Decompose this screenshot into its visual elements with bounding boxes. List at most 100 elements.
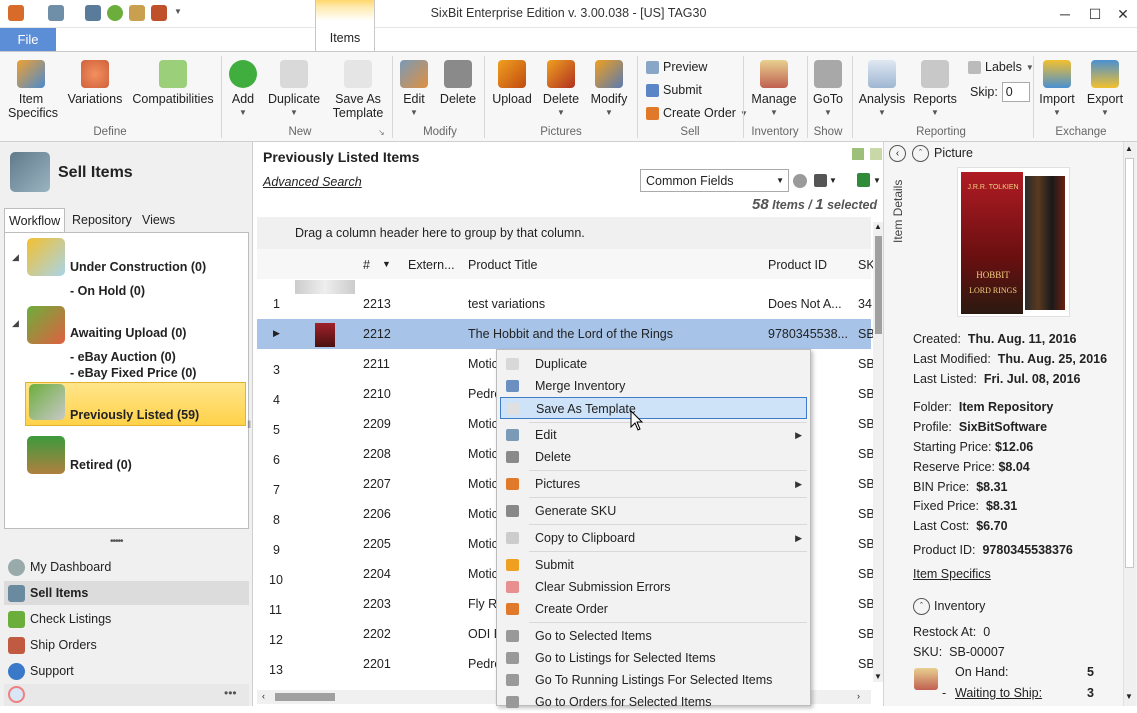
import-button[interactable]: Import ▼ (1036, 60, 1078, 120)
tab-workflow[interactable]: Workflow (4, 208, 66, 233)
collapse-left-icon[interactable]: ‹ (889, 145, 906, 162)
splitter-handle[interactable]: ‖ (247, 420, 251, 431)
vertical-scroll-thumb[interactable] (875, 236, 882, 334)
skip-input[interactable]: 0 (1001, 82, 1030, 102)
nav-check-listings[interactable]: Check Listings (4, 607, 249, 631)
workflow-under-construction[interactable]: Under Construction (0) (70, 260, 206, 274)
dashboard-icon (8, 559, 25, 576)
workflow-ebay-auction[interactable]: - eBay Auction (0) (70, 350, 176, 364)
menu-copy-to-clipboard[interactable]: Copy to Clipboard ▶ (497, 527, 810, 549)
analysis-button[interactable]: Analysis ▼ (858, 60, 906, 120)
waiting-dash: - (942, 686, 947, 700)
scroll-down-icon[interactable]: ▼ (874, 672, 882, 681)
scroll-up-icon[interactable]: ▲ (874, 222, 882, 231)
scroll-down-icon[interactable]: ▼ (1125, 692, 1133, 701)
new-group-launcher-icon[interactable]: ↘ (378, 128, 385, 137)
item-picture[interactable]: J.R.R. TOLKIEN HOBBIT LORD RINGS (957, 167, 1070, 317)
sort-desc-icon[interactable]: ▼ (382, 259, 391, 269)
nav-sell-items[interactable]: Sell Items (4, 581, 249, 605)
labels-dropdown[interactable]: Labels ▼ (968, 60, 1034, 74)
nav-my-dashboard[interactable]: My Dashboard (4, 555, 249, 579)
manage-button[interactable]: Manage ▼ (750, 60, 798, 120)
menu-go-to-selected-items[interactable]: Go to Selected Items (497, 625, 810, 647)
minimize-button[interactable]: ─ (1050, 4, 1080, 24)
submit-button[interactable]: Submit (646, 83, 702, 97)
item-specifics-link[interactable]: Item Specifics (913, 567, 991, 581)
reports-button[interactable]: Reports ▼ (912, 60, 958, 120)
horizontal-scroll-thumb[interactable] (275, 693, 335, 701)
chevron-down-icon[interactable]: ▼ (829, 176, 837, 185)
workflow-on-hold[interactable]: - On Hold (0) (70, 284, 145, 298)
grid-view-icon[interactable] (852, 148, 864, 160)
col-number[interactable]: # (363, 258, 370, 272)
menu-go-to-orders[interactable]: Go to Orders for Selected Items (497, 691, 810, 713)
scroll-right-icon[interactable]: › (857, 691, 860, 701)
close-button[interactable]: ✕ (1108, 4, 1137, 24)
tab-repository[interactable]: Repository (68, 208, 136, 232)
collapse-icon[interactable]: ◢ (12, 252, 19, 263)
alert-icon[interactable] (8, 686, 25, 703)
save-layout-icon[interactable] (814, 174, 827, 187)
menu-go-to-listings[interactable]: Go to Listings for Selected Items (497, 647, 810, 669)
nav-ship-orders[interactable]: Ship Orders (4, 633, 249, 657)
workflow-ebay-fixed-price[interactable]: - eBay Fixed Price (0) (70, 366, 196, 380)
tab-file[interactable]: File (0, 28, 56, 52)
gear-icon[interactable] (793, 174, 807, 188)
col-external[interactable]: Extern... (408, 258, 455, 272)
modify-picture-button[interactable]: Modify ▼ (588, 60, 630, 120)
menu-pictures[interactable]: Pictures ▶ (497, 473, 810, 495)
col-product-id[interactable]: Product ID (768, 258, 827, 272)
menu-save-as-template[interactable]: Save As Template (500, 397, 807, 419)
menu-delete[interactable]: Delete (497, 446, 810, 468)
add-button[interactable]: Add ▼ (228, 60, 258, 120)
variations-button[interactable]: Variations (66, 60, 124, 106)
save-as-template-button[interactable]: Save As Template (330, 60, 386, 120)
menu-clear-submission-errors[interactable]: Clear Submission Errors (497, 576, 810, 598)
tab-views[interactable]: Views (138, 208, 179, 232)
nav-support[interactable]: Support (4, 659, 249, 683)
collapse-up-icon[interactable]: ˆ (913, 598, 930, 615)
upload-picture-button[interactable]: Upload (490, 60, 534, 106)
duplicate-button[interactable]: Duplicate ▼ (265, 60, 323, 120)
advanced-search-link[interactable]: Advanced Search (263, 175, 362, 189)
tab-items[interactable]: Items (315, 0, 375, 52)
menu-go-to-running-listings-label: Go To Running Listings For Selected Item… (535, 673, 773, 687)
panel-grip[interactable]: ••••• (110, 536, 123, 547)
delete-picture-button[interactable]: Delete ▼ (540, 60, 582, 120)
table-view-icon[interactable] (870, 148, 882, 160)
workflow-awaiting-upload[interactable]: Awaiting Upload (0) (70, 326, 186, 340)
menu-go-to-running-listings[interactable]: Go To Running Listings For Selected Item… (497, 669, 810, 691)
scroll-up-icon[interactable]: ▲ (1125, 144, 1133, 153)
menu-generate-sku[interactable]: Generate SKU (497, 500, 810, 522)
menu-merge-inventory[interactable]: Merge Inventory (497, 375, 810, 397)
item-specifics-button[interactable]: Item Specifics (8, 60, 58, 120)
table-row[interactable]: 1 2213 test variations Does Not A... 34 (257, 289, 872, 319)
group-define-label: Define (93, 126, 127, 138)
col-product-title[interactable]: Product Title (468, 258, 537, 272)
maximize-button[interactable]: ☐ (1080, 4, 1110, 24)
group-by-hint: Drag a column header here to group by th… (295, 226, 585, 240)
collapse-up-icon[interactable]: ˆ (912, 145, 929, 162)
edit-button[interactable]: Edit ▼ (398, 60, 430, 120)
item-details-side-tab[interactable]: Item Details (891, 176, 909, 246)
export-button[interactable]: Export ▼ (1084, 60, 1126, 120)
create-order-button[interactable]: Create Order▼ (646, 106, 748, 120)
more-options-icon[interactable]: ••• (224, 686, 237, 700)
waiting-to-ship-link[interactable]: Waiting to Ship: (955, 686, 1042, 700)
table-row-selected[interactable]: ▶ 2212 The Hobbit and the Lord of the Ring… (257, 319, 875, 349)
workflow-retired[interactable]: Retired (0) (70, 458, 132, 472)
compatibilities-button[interactable]: Compatibilities (132, 60, 214, 106)
scroll-left-icon[interactable]: ‹ (262, 691, 265, 701)
delete-button[interactable]: Delete (438, 60, 478, 106)
details-scroll-thumb[interactable] (1125, 158, 1134, 568)
goto-button[interactable]: GoTo ▼ (812, 60, 844, 120)
excel-export-icon[interactable] (857, 173, 870, 187)
chevron-down-icon[interactable]: ▼ (873, 176, 881, 185)
menu-submit[interactable]: Submit (497, 554, 810, 576)
preview-button[interactable]: Preview (646, 60, 707, 74)
collapse-icon[interactable]: ◢ (12, 318, 19, 329)
menu-create-order[interactable]: Create Order (497, 598, 810, 620)
fields-select[interactable]: Common Fields ▼ (640, 169, 789, 192)
menu-edit[interactable]: Edit ▶ (497, 424, 810, 446)
menu-duplicate[interactable]: Duplicate (497, 353, 810, 375)
